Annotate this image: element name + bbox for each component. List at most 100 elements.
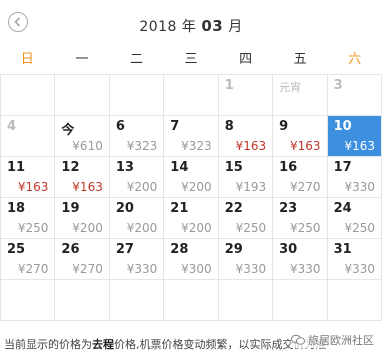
calendar-day-cell[interactable]: 22 ¥250 [218, 198, 274, 239]
day-number: 14 [170, 160, 189, 175]
month-suffix: 月 [228, 19, 243, 35]
day-number: 21 [170, 201, 189, 216]
calendar-day-cell[interactable]: 12 ¥163 [55, 157, 110, 198]
weekday-label: 日 [20, 52, 34, 67]
day-price: ¥200 [72, 221, 103, 235]
calendar-day-cell[interactable]: 7 ¥323 [164, 116, 219, 157]
day-number: 30 [279, 242, 298, 257]
month-title: 2018 年 03 月 [0, 16, 382, 36]
calendar-day-cell[interactable]: 10 ¥163 [327, 116, 382, 157]
day-number: 今 [61, 123, 75, 138]
day-price: ¥200 [181, 180, 212, 194]
weekday-label: 一 [75, 52, 89, 67]
day-number: 11 [7, 160, 26, 175]
day-price: ¥330 [235, 262, 267, 276]
day-price: ¥200 [126, 180, 158, 194]
calendar-day-cell[interactable]: 20 ¥200 [109, 198, 165, 239]
day-price: ¥163 [344, 139, 375, 153]
calendar-day-cell: 4 [1, 116, 56, 157]
day-price: ¥323 [181, 139, 212, 153]
day-number: 26 [61, 242, 80, 257]
day-number: 3 [333, 78, 343, 93]
calendar-day-cell[interactable]: 8 ¥163 [218, 116, 274, 157]
calendar-day-cell[interactable]: 14 ¥200 [164, 157, 219, 198]
day-price: ¥270 [290, 180, 321, 194]
day-price: ¥270 [17, 262, 49, 276]
day-number: 17 [333, 160, 352, 175]
day-price: ¥193 [235, 180, 267, 194]
weekday-row: 日 一 二 三 四 五 六 [0, 48, 382, 68]
day-price: ¥330 [126, 262, 158, 276]
calendar-day-cell: 3 [327, 75, 382, 116]
day-price: ¥250 [344, 221, 375, 235]
day-number: 27 [115, 242, 134, 257]
day-number: 22 [224, 201, 243, 216]
calendar-day-cell[interactable]: 31 ¥330 [327, 239, 382, 280]
calendar-day-cell[interactable]: 13 ¥200 [109, 157, 165, 198]
calendar-day-cell[interactable]: 6 ¥323 [109, 116, 165, 157]
calendar-day-cell[interactable]: 21 ¥200 [164, 198, 219, 239]
day-price: ¥250 [235, 221, 267, 235]
day-number: 25 [7, 242, 26, 257]
calendar-empty-cell [109, 280, 165, 321]
calendar-day-cell[interactable]: 25 ¥270 [1, 239, 56, 280]
day-number: 4 [7, 119, 17, 134]
calendar-day-cell[interactable]: 28 ¥300 [164, 239, 219, 280]
calendar-empty-cell [164, 280, 219, 321]
calendar-grid: 1 元宵 3 4 今 ¥610 6 ¥323 7 ¥323 8 ¥163 9 ¥163 10 ¥163 11 ¥1… [0, 74, 382, 321]
day-number: 29 [224, 242, 243, 257]
day-number: 31 [333, 242, 352, 257]
calendar-empty-cell [1, 280, 56, 321]
chat-bubble-icon [291, 334, 305, 345]
calendar-day-cell[interactable]: 今 ¥610 [55, 116, 110, 157]
watermark: 旅居欧洲社区 [291, 332, 374, 348]
calendar-day-cell[interactable]: 15 ¥193 [218, 157, 274, 198]
day-number: 12 [61, 160, 80, 175]
calendar-day-cell[interactable]: 18 ¥250 [1, 198, 56, 239]
day-price: ¥163 [72, 180, 103, 194]
calendar-day-cell[interactable]: 23 ¥250 [273, 198, 328, 239]
weekday-label: 四 [239, 52, 253, 67]
day-price: ¥270 [72, 262, 103, 276]
day-number: 1 [224, 78, 234, 93]
calendar-empty-cell [55, 280, 110, 321]
calendar-day-cell[interactable]: 19 ¥200 [55, 198, 110, 239]
day-price: ¥200 [126, 221, 158, 235]
day-price: ¥250 [17, 221, 49, 235]
notice-prefix: 当前显示的价格为 [4, 338, 92, 351]
calendar-day-cell[interactable]: 27 ¥330 [109, 239, 165, 280]
day-number: 15 [224, 160, 243, 175]
calendar-empty-cell [1, 75, 56, 116]
weekday-label: 六 [348, 52, 362, 67]
day-price: ¥323 [126, 139, 158, 153]
day-price: ¥163 [235, 139, 267, 153]
calendar-day-cell[interactable]: 16 ¥270 [273, 157, 328, 198]
day-number: 18 [7, 201, 26, 216]
price-notice: 当前显示的价格为去程价格,机票价格变动频繁，以实际成交价为准 [4, 336, 327, 352]
year-label: 2018 年 [139, 19, 197, 35]
calendar-day-cell: 1 [218, 75, 274, 116]
calendar-day-cell: 元宵 [273, 75, 328, 116]
day-number: 10 [333, 119, 352, 134]
day-price: ¥330 [344, 180, 375, 194]
calendar-day-cell[interactable]: 11 ¥163 [1, 157, 56, 198]
calendar-day-cell[interactable]: 17 ¥330 [327, 157, 382, 198]
calendar-day-cell[interactable]: 26 ¥270 [55, 239, 110, 280]
calendar-header: 2018 年 03 月 [0, 0, 382, 44]
day-number: 23 [279, 201, 298, 216]
day-price: ¥330 [290, 262, 321, 276]
calendar-day-cell[interactable]: 29 ¥330 [218, 239, 274, 280]
calendar-day-cell[interactable]: 9 ¥163 [273, 116, 328, 157]
day-number: 元宵 [279, 81, 302, 94]
day-price: ¥163 [17, 180, 49, 194]
month-number: 03 [201, 17, 224, 35]
day-number: 9 [279, 119, 289, 134]
day-price: ¥200 [181, 221, 212, 235]
calendar-empty-cell [55, 75, 110, 116]
calendar-day-cell[interactable]: 30 ¥330 [273, 239, 328, 280]
day-price: ¥250 [290, 221, 321, 235]
calendar-day-cell[interactable]: 24 ¥250 [327, 198, 382, 239]
day-number: 7 [170, 119, 180, 134]
day-price: ¥610 [72, 139, 103, 153]
day-price: ¥163 [290, 139, 321, 153]
